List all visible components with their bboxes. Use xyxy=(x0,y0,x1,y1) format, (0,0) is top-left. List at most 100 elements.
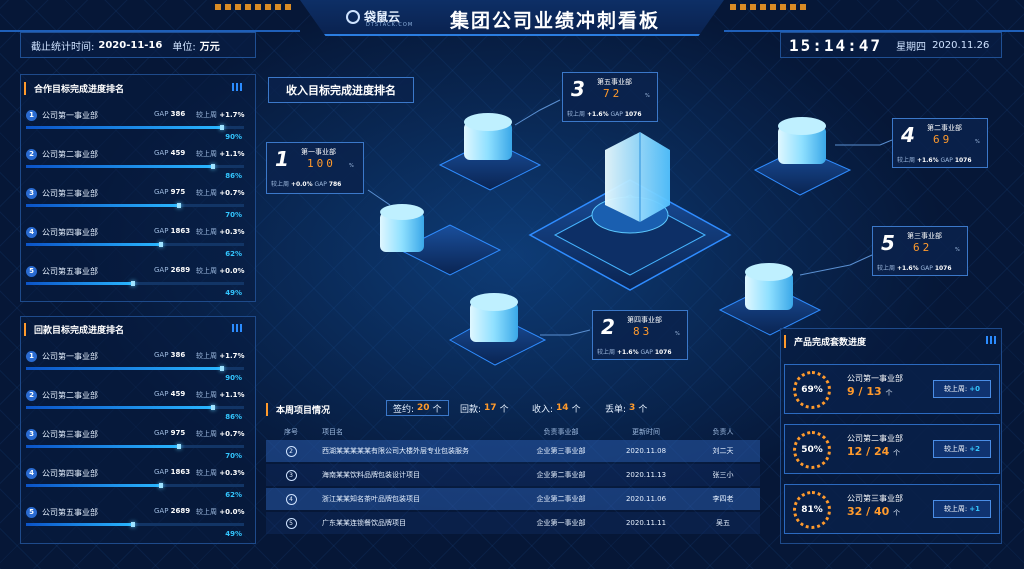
row-number: 2 xyxy=(285,445,297,457)
lost-value: 3 xyxy=(629,403,636,413)
tag-footer: 较上周 +1.6% GAP 1076 xyxy=(567,109,642,118)
tag-rank-number: 4 xyxy=(901,123,915,147)
product-dept-name: 公司第一事业部 xyxy=(847,374,903,383)
lost-label: 丢单: xyxy=(605,404,627,415)
tag-percent: 69 xyxy=(933,133,953,146)
progress-ring: 81% xyxy=(793,491,831,529)
compare-badge: 较上周: +0 xyxy=(933,380,991,398)
paid-unit: 个 xyxy=(499,404,509,415)
products-title: 产品完成套数进度 xyxy=(784,335,866,348)
gap-label: GAP xyxy=(314,181,327,188)
table-row[interactable]: 4 浙江某某知名茶叶品牌包装项目 企业第二事业部 2020.11.06 李四老 xyxy=(266,488,760,510)
gap-label: GAP xyxy=(940,157,953,164)
gap-value: 1076 xyxy=(624,111,642,118)
row-dept: 企业第三事业部 xyxy=(536,447,586,455)
gap-value: 1076 xyxy=(654,349,672,356)
tag-unit: % xyxy=(349,163,354,169)
table-row[interactable]: 5 广东某某连锁餐饮品牌项目 企业第一事业部 2020.11.11 吴五 xyxy=(266,512,760,534)
row-number: 5 xyxy=(285,517,297,529)
compare-value: +1.6% xyxy=(916,157,939,164)
rank-tag-3: 3 第五事业部 72% 较上周 +1.6% GAP 1076 xyxy=(562,72,658,122)
tag-rank-number: 5 xyxy=(881,231,895,255)
gap-label: GAP xyxy=(920,265,933,272)
tag-footer: 较上周 +1.6% GAP 1076 xyxy=(897,155,972,164)
row-no-cell: 2 xyxy=(266,445,316,457)
tag-dept-name: 第二事业部 xyxy=(927,124,962,132)
product-count: 9 / 13 个 xyxy=(847,385,893,398)
paid-value: 17 xyxy=(484,403,497,413)
tag-percent: 62 xyxy=(913,241,933,254)
product-card: 50% 公司第二事业部 12 / 24 个 较上周: +2 xyxy=(784,424,1000,474)
tag-footer: 较上周 +1.6% GAP 1076 xyxy=(877,263,952,272)
row-time: 2020.11.11 xyxy=(625,519,667,527)
compare-badge: 较上周: +2 xyxy=(933,440,991,458)
week-stat-lost: 丢单: 3 个 xyxy=(605,400,647,416)
project-table: 序号 项目名 负责事业部 更新时间 负责人 2 西湖某某某某某有限公司大楼外层专业… xyxy=(266,424,760,536)
table-row[interactable]: 2 西湖某某某某某有限公司大楼外层专业包装服务 企业第三事业部 2020.11.08 刘… xyxy=(266,440,760,462)
row-project-name: 广东某某连锁餐饮品牌项目 xyxy=(322,519,406,527)
tag-dept-name: 第一事业部 xyxy=(301,148,336,156)
gap-value: 1076 xyxy=(954,157,972,164)
col-dept: 负责事业部 xyxy=(543,428,579,436)
paid-label: 回款: xyxy=(460,404,482,415)
count-unit: 个 xyxy=(893,449,901,457)
product-card: 81% 公司第三事业部 32 / 40 个 较上周: +1 xyxy=(784,484,1000,534)
rank-tag-2: 2 第四事业部 83% 较上周 +1.6% GAP 1076 xyxy=(592,310,688,360)
iso-block-4 xyxy=(753,117,852,196)
compare-label: 较上周 xyxy=(271,181,290,188)
compare-value: +1 xyxy=(969,505,981,513)
gap-value: 1076 xyxy=(934,265,952,272)
iso-block-1 xyxy=(380,204,502,276)
tag-rank-number: 1 xyxy=(275,147,289,171)
tag-percent: 83 xyxy=(633,325,653,338)
row-time: 2020.11.08 xyxy=(625,447,667,455)
row-dept: 企业第二事业部 xyxy=(536,495,586,503)
table-row[interactable]: 3 海南某某饮料品牌包装设计项目 企业第二事业部 2020.11.13 张三小 xyxy=(266,464,760,486)
center-building xyxy=(528,132,732,291)
title-deco xyxy=(986,336,998,344)
col-owner: 负责人 xyxy=(712,428,734,436)
count-unit: 个 xyxy=(893,509,901,517)
compare-label: 较上周 xyxy=(877,265,896,272)
income-label: 收入: xyxy=(532,404,554,415)
compare-label: 较上周 xyxy=(597,349,616,356)
tag-rank-number: 3 xyxy=(571,77,585,101)
row-time: 2020.11.06 xyxy=(625,495,667,503)
lost-unit: 个 xyxy=(638,404,648,415)
product-card: 69% 公司第一事业部 9 / 13 个 较上周: +0 xyxy=(784,364,1000,414)
product-count: 12 / 24 个 xyxy=(847,445,901,458)
tag-dept-name: 第五事业部 xyxy=(597,78,632,86)
tag-dept-name: 第四事业部 xyxy=(627,316,662,324)
ring-percent: 81% xyxy=(801,505,823,515)
tag-unit: % xyxy=(675,331,680,337)
tag-footer: 较上周 +0.0% GAP 786 xyxy=(271,179,341,188)
tag-rank-number: 2 xyxy=(601,315,615,339)
rank-tag-5: 5 第三事业部 62% 较上周 +1.6% GAP 1076 xyxy=(872,226,968,276)
total-count: 40 xyxy=(874,505,890,518)
compare-label: 较上周 xyxy=(567,111,586,118)
gap-label: GAP xyxy=(610,111,623,118)
table-body: 2 西湖某某某某某有限公司大楼外层专业包装服务 企业第三事业部 2020.11.08 刘… xyxy=(266,440,760,534)
compare-value: +1.6% xyxy=(616,349,639,356)
row-owner: 李四老 xyxy=(712,495,734,503)
col-time: 更新时间 xyxy=(632,428,660,436)
rank-tag-4: 4 第二事业部 69% 较上周 +1.6% GAP 1076 xyxy=(892,118,988,168)
income-unit: 个 xyxy=(571,404,581,415)
income-value: 14 xyxy=(556,403,569,413)
table-header: 序号 项目名 负责事业部 更新时间 负责人 xyxy=(266,424,760,440)
product-dept-name: 公司第二事业部 xyxy=(847,434,903,443)
gap-value: 786 xyxy=(328,181,342,188)
tag-percent: 72 xyxy=(603,87,623,100)
progress-ring: 69% xyxy=(793,371,831,409)
done-count: 12 xyxy=(847,445,863,458)
gap-label: GAP xyxy=(640,349,653,356)
row-project-name: 浙江某某知名茶叶品牌包装项目 xyxy=(322,495,420,503)
total-count: 24 xyxy=(874,445,890,458)
iso-block-2 xyxy=(448,293,547,366)
done-count: 9 xyxy=(847,385,855,398)
signed-value: 20 xyxy=(417,403,430,413)
compare-label: 较上周: xyxy=(943,445,968,453)
tag-footer: 较上周 +1.6% GAP 1076 xyxy=(597,347,672,356)
product-count: 32 / 40 个 xyxy=(847,505,901,518)
row-project-name: 西湖某某某某某有限公司大楼外层专业包装服务 xyxy=(322,447,469,455)
